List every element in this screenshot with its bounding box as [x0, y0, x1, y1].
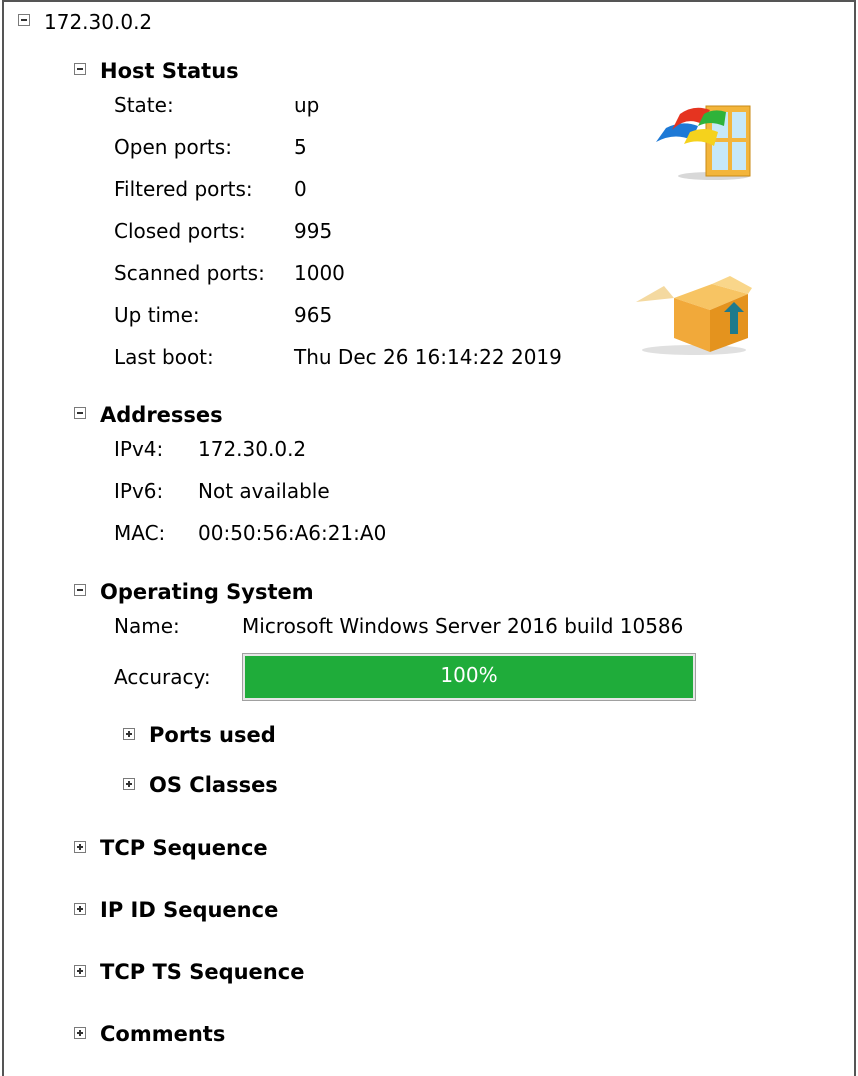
- ipv4-value: 172.30.0.2: [198, 437, 307, 461]
- scanned-ports-value: 1000: [294, 261, 345, 285]
- state-value: up: [294, 93, 320, 117]
- last-boot-value: Thu Dec 26 16:14:22 2019: [294, 345, 562, 369]
- addresses-header[interactable]: Addresses: [100, 403, 223, 427]
- expand-tcp-sequence-toggle[interactable]: [74, 841, 86, 853]
- os-name-label: Name:: [114, 614, 180, 638]
- host-title: 172.30.0.2: [44, 10, 153, 34]
- expand-tcp-ts-sequence-toggle[interactable]: [74, 965, 86, 977]
- up-time-label: Up time:: [114, 303, 200, 327]
- operating-system-header[interactable]: Operating System: [100, 580, 314, 604]
- accuracy-label: Accuracy:: [114, 665, 211, 689]
- ipv6-value: Not available: [198, 479, 330, 503]
- host-status-header[interactable]: Host Status: [100, 59, 239, 83]
- open-ports-label: Open ports:: [114, 135, 232, 159]
- closed-ports-label: Closed ports:: [114, 219, 246, 243]
- expand-ports-used-toggle[interactable]: [123, 728, 135, 740]
- ip-id-sequence-header[interactable]: IP ID Sequence: [100, 898, 278, 922]
- ipv4-label: IPv4:: [114, 437, 164, 461]
- state-label: State:: [114, 93, 174, 117]
- expand-os-classes-toggle[interactable]: [123, 778, 135, 790]
- up-time-value: 965: [294, 303, 333, 327]
- filtered-ports-value: 0: [294, 177, 307, 201]
- scanned-ports-label: Scanned ports:: [114, 261, 265, 285]
- os-name-value: Microsoft Windows Server 2016 build 1058…: [242, 614, 684, 638]
- filtered-ports-label: Filtered ports:: [114, 177, 253, 201]
- collapse-host-status-toggle[interactable]: [74, 63, 86, 75]
- accuracy-progress-bar: 100%: [242, 653, 696, 701]
- expand-comments-toggle[interactable]: [74, 1027, 86, 1039]
- comments-header[interactable]: Comments: [100, 1022, 225, 1046]
- accuracy-progress-text: 100%: [440, 663, 498, 687]
- collapse-os-toggle[interactable]: [74, 584, 86, 596]
- mac-label: MAC:: [114, 521, 166, 545]
- mac-value: 00:50:56:A6:21:A0: [198, 521, 387, 545]
- collapse-addresses-toggle[interactable]: [74, 407, 86, 419]
- last-boot-label: Last boot:: [114, 345, 214, 369]
- tcp-ts-sequence-header[interactable]: TCP TS Sequence: [100, 960, 304, 984]
- open-ports-value: 5: [294, 135, 307, 159]
- ports-used-header[interactable]: Ports used: [149, 723, 276, 747]
- os-classes-header[interactable]: OS Classes: [149, 773, 278, 797]
- ipv6-label: IPv6:: [114, 479, 164, 503]
- host-details-panel: 172.30.0.2 Host Status State: up Open po…: [2, 0, 856, 1076]
- tcp-sequence-header[interactable]: TCP Sequence: [100, 836, 268, 860]
- collapse-host-toggle[interactable]: [18, 14, 30, 26]
- closed-ports-value: 995: [294, 219, 333, 243]
- windows-os-icon: [656, 105, 751, 180]
- expand-ip-id-sequence-toggle[interactable]: [74, 903, 86, 915]
- open-box-upload-icon: [636, 276, 752, 355]
